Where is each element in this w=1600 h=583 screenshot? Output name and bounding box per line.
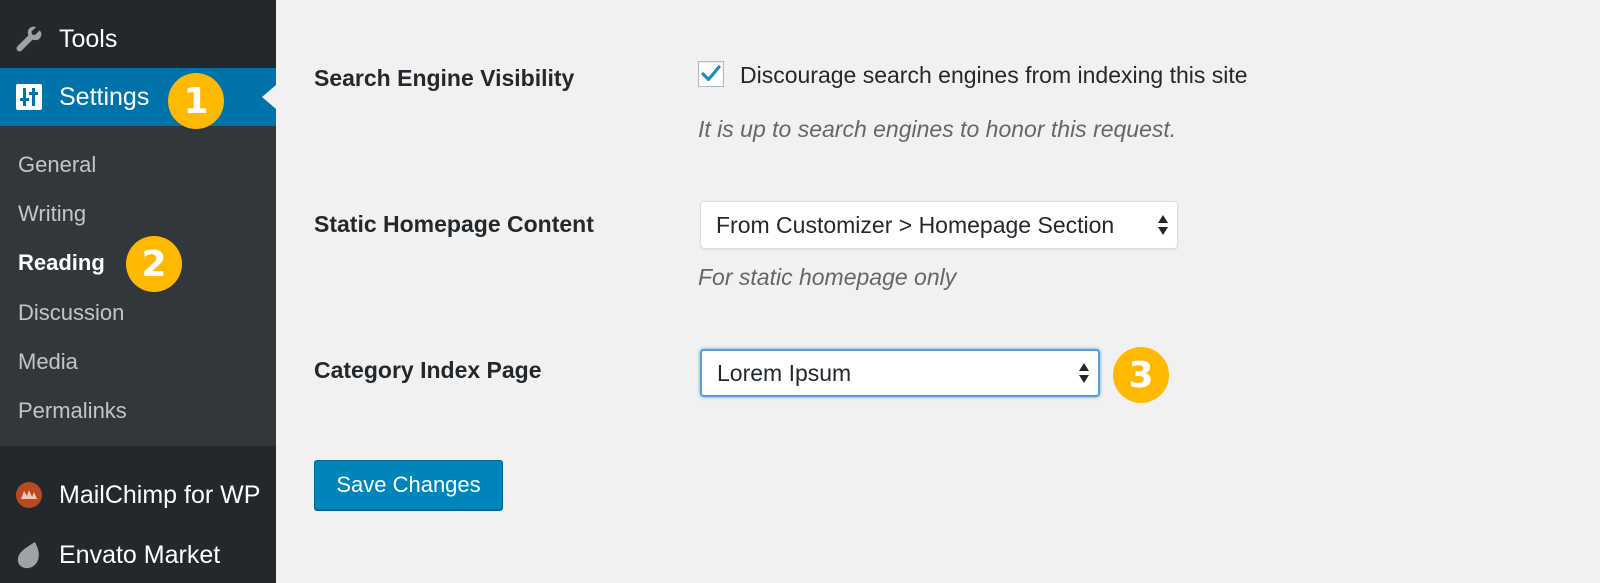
menu-item-settings-label: Settings <box>59 82 150 111</box>
discourage-search-checkbox[interactable] <box>698 61 724 87</box>
step-badge-2: 2 <box>126 236 182 292</box>
select-arrows-icon <box>1158 215 1168 235</box>
category-index-label: Category Index Page <box>314 357 542 383</box>
step-badge-1: 1 <box>168 73 224 129</box>
submenu-item-general[interactable]: General <box>18 152 96 178</box>
menu-item-envato-label: Envato Market <box>59 540 221 569</box>
checkmark-icon <box>701 65 721 82</box>
submenu-item-permalinks[interactable]: Permalinks <box>18 398 127 424</box>
submenu-item-writing[interactable]: Writing <box>18 201 86 227</box>
submenu-item-reading[interactable]: Reading <box>18 250 105 276</box>
submenu-item-media[interactable]: Media <box>18 349 78 375</box>
app: Tools Settings General Writing Reading D… <box>0 0 1600 583</box>
select-arrows-icon <box>1079 363 1089 383</box>
settings-sliders-icon <box>14 82 44 112</box>
submenu-item-discussion[interactable]: Discussion <box>18 300 124 326</box>
current-menu-arrow <box>262 85 276 109</box>
admin-sidebar: Tools Settings General Writing Reading D… <box>0 0 276 583</box>
menu-item-envato[interactable]: Envato Market <box>0 530 276 580</box>
leaf-icon <box>14 540 44 570</box>
menu-item-mailchimp[interactable]: MailChimp for WP <box>0 470 276 520</box>
save-changes-button[interactable]: Save Changes <box>314 460 503 510</box>
wrench-icon <box>14 24 44 54</box>
step-badge-3: 3 <box>1113 347 1169 403</box>
category-index-select[interactable]: Lorem Ipsum <box>700 349 1100 397</box>
static-homepage-select[interactable]: From Customizer > Homepage Section <box>700 201 1178 249</box>
search-engine-description: It is up to search engines to honor this… <box>698 116 1177 142</box>
menu-item-tools-label: Tools <box>59 24 118 53</box>
search-engine-visibility-label: Search Engine Visibility <box>314 65 575 91</box>
static-homepage-selected: From Customizer > Homepage Section <box>716 211 1115 238</box>
static-homepage-description: For static homepage only <box>698 264 957 290</box>
menu-item-mailchimp-label: MailChimp for WP <box>59 480 261 509</box>
menu-item-settings[interactable]: Settings <box>0 68 276 126</box>
discourage-search-label[interactable]: Discourage search engines from indexing … <box>740 62 1248 89</box>
static-homepage-label: Static Homepage Content <box>314 211 594 237</box>
menu-item-tools[interactable]: Tools <box>0 14 276 64</box>
mailchimp-icon <box>14 480 44 510</box>
category-index-selected: Lorem Ipsum <box>717 359 852 386</box>
